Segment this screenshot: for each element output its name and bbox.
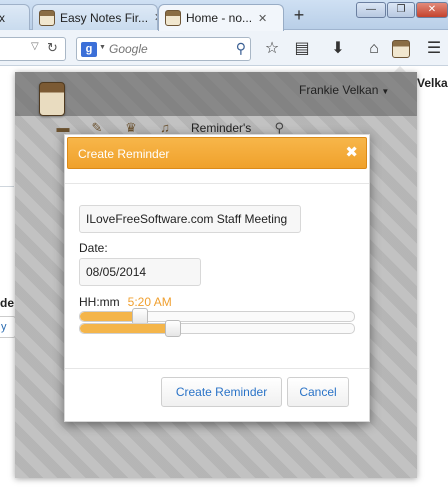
- time-label: HH:mm: [79, 295, 120, 309]
- minute-slider-handle[interactable]: [165, 320, 181, 337]
- date-label: Date:: [79, 241, 108, 255]
- dialog-divider: [65, 183, 369, 184]
- google-engine-icon[interactable]: g: [81, 42, 97, 57]
- time-value: 5:20 AM: [127, 295, 172, 309]
- easy-notes-extension-icon[interactable]: [392, 40, 410, 58]
- user-dropdown-icon: ▼: [381, 87, 390, 96]
- engine-dropdown-icon[interactable]: ▼: [99, 44, 106, 51]
- url-dropdown-icon[interactable]: ▽: [31, 41, 39, 52]
- search-input[interactable]: [109, 41, 227, 57]
- maximize-button[interactable]: ❐: [387, 2, 415, 18]
- easy-notes-logo-icon: [39, 82, 65, 116]
- easy-notes-favicon-icon: [39, 9, 55, 26]
- new-tab-button[interactable]: +: [288, 5, 310, 27]
- popup-header: Frankie Velkan ▼: [15, 72, 417, 116]
- hour-slider-fill: [80, 312, 140, 321]
- tab-previous[interactable]: x: [0, 4, 30, 30]
- minimize-button[interactable]: —: [356, 2, 386, 18]
- menu-icon[interactable]: ☰: [422, 37, 446, 61]
- bookmark-star-icon[interactable]: ☆: [260, 37, 284, 61]
- create-reminder-dialog: Create Reminder ✖ ILoveFreeSoftware.com …: [64, 134, 370, 422]
- url-bar[interactable]: ▽ ↻: [0, 37, 66, 61]
- home-icon[interactable]: ⌂: [362, 37, 386, 61]
- page-text-fragment: de: [0, 296, 15, 310]
- tab-easy-notes[interactable]: Easy Notes Fir... ✕: [32, 4, 158, 30]
- dialog-header: Create Reminder ✖: [67, 137, 367, 169]
- cancel-button[interactable]: Cancel: [287, 377, 349, 407]
- create-reminder-button[interactable]: Create Reminder: [161, 377, 282, 407]
- bell-icon[interactable]: ♫: [157, 121, 173, 135]
- tab-label: x: [0, 11, 5, 25]
- easy-notes-favicon-icon: [165, 10, 181, 26]
- dialog-title: Create Reminder: [78, 147, 170, 161]
- tab-label: Easy Notes Fir...: [60, 10, 149, 25]
- user-name-overflow: Velka: [417, 76, 448, 90]
- minute-slider-fill: [80, 324, 173, 333]
- notes-icon[interactable]: ▬: [55, 121, 71, 135]
- dialog-footer-divider: [65, 368, 369, 369]
- reminders-tab[interactable]: Reminder's: [191, 121, 251, 135]
- crown-icon[interactable]: ♛: [123, 121, 139, 135]
- tab-label: Home - no...: [186, 11, 253, 25]
- page-link-fragment[interactable]: y N: [0, 316, 16, 338]
- bookmarks-menu-icon[interactable]: ▤: [290, 37, 314, 61]
- search-icon[interactable]: ⚲: [236, 40, 246, 57]
- close-window-button[interactable]: ✕: [416, 2, 448, 18]
- reload-icon[interactable]: ↻: [47, 40, 58, 56]
- page-divider: [0, 186, 14, 187]
- navigation-toolbar: ▽ ↻ g ▼ ⚲ ☆ ▤ ⬇ ⌂ ☰: [0, 30, 448, 66]
- time-row: HH:mm 5:20 AM: [79, 295, 172, 309]
- user-name: Frankie Velkan: [299, 83, 379, 97]
- search-icon[interactable]: ⚲: [271, 121, 287, 135]
- minute-slider[interactable]: [79, 320, 355, 337]
- reminder-text-field[interactable]: ILoveFreeSoftware.com Staff Meeting: [79, 205, 301, 233]
- edit-note-icon[interactable]: ✎: [89, 121, 105, 135]
- search-bar[interactable]: g ▼ ⚲: [76, 37, 251, 61]
- user-menu[interactable]: Frankie Velkan ▼: [299, 83, 389, 97]
- close-icon[interactable]: ✖: [345, 144, 358, 162]
- tab-home[interactable]: Home - no... ✕: [158, 4, 284, 31]
- date-field[interactable]: 08/05/2014: [79, 258, 201, 286]
- tab-close-icon[interactable]: ✕: [258, 12, 267, 25]
- tab-bar: x Easy Notes Fir... ✕ Home - no... ✕ + —…: [0, 0, 448, 31]
- download-icon[interactable]: ⬇: [326, 37, 350, 61]
- hour-slider[interactable]: [79, 308, 355, 325]
